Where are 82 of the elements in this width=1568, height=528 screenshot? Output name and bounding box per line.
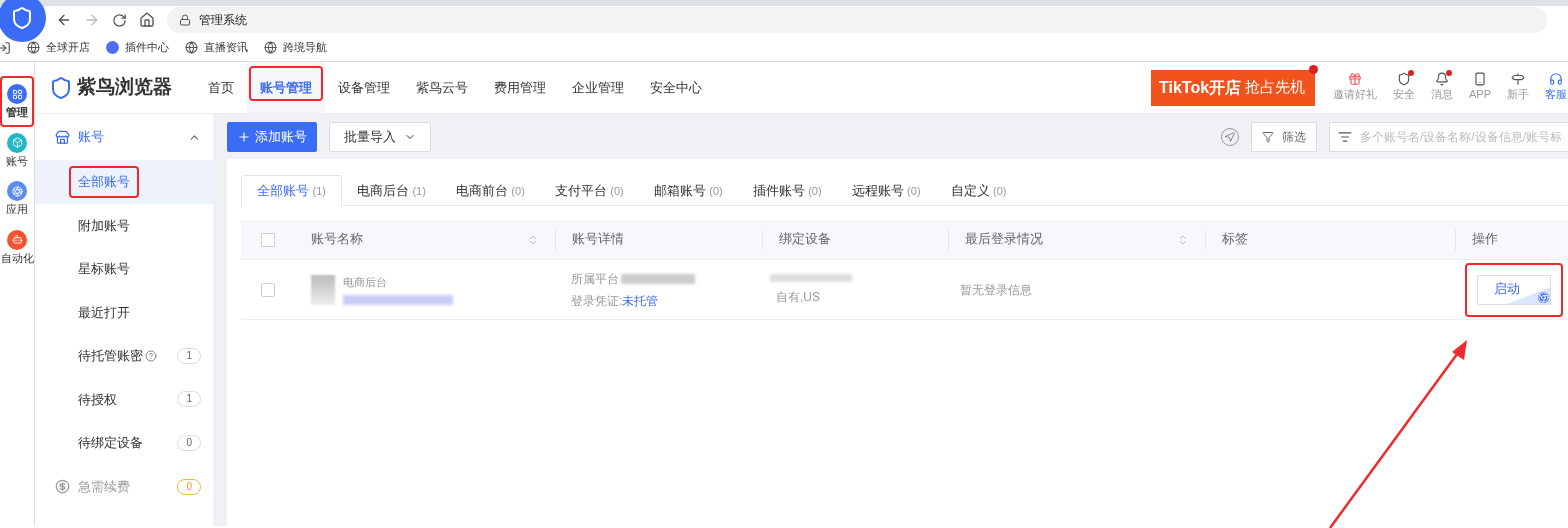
- alert-badge: [1309, 64, 1318, 74]
- globe-icon: [27, 41, 40, 54]
- column-header: 最后登录情况: [965, 231, 1044, 249]
- gift-icon: [1348, 72, 1362, 87]
- batch-import-button[interactable]: 批量导入: [329, 121, 431, 152]
- category-tab[interactable]: 自定义 (0): [935, 175, 1022, 207]
- browser-icon: [1538, 291, 1549, 303]
- category-tab[interactable]: 远程账号 (0): [836, 175, 936, 207]
- lock-icon: [179, 14, 191, 26]
- row-checkbox[interactable]: [261, 282, 275, 297]
- sidebar-item[interactable]: 待托管账密 1: [35, 334, 213, 378]
- sidebar-item[interactable]: 待授权 1: [35, 377, 213, 421]
- plugin-icon: [106, 41, 119, 54]
- home-icon[interactable]: [139, 12, 155, 28]
- sidebar-item[interactable]: 星标账号: [35, 247, 213, 291]
- reload-icon[interactable]: [112, 12, 127, 28]
- globe-icon: [185, 41, 198, 54]
- nav-tab[interactable]: 企业管理: [559, 62, 637, 113]
- sidebar-item[interactable]: 附加账号: [35, 203, 213, 247]
- sidebar-item[interactable]: 待绑定设备 0: [35, 421, 213, 465]
- renew-icon: [55, 479, 70, 494]
- bookmark-link[interactable]: 插件中心: [106, 39, 169, 56]
- promo-title: TikTok开店: [1159, 77, 1242, 98]
- bell-icon: [1435, 72, 1449, 87]
- filter-icon: [1262, 130, 1274, 143]
- store-icon: [55, 129, 70, 145]
- globe-icon: [264, 41, 277, 54]
- avatar-placeholder: [311, 274, 335, 305]
- column-header: 账号名称: [311, 231, 364, 249]
- launch-button[interactable]: 启动: [1477, 274, 1551, 305]
- column-header: 绑定设备: [779, 231, 832, 249]
- plus-icon: [237, 129, 251, 144]
- bookmark-link[interactable]: 跨境导航: [264, 39, 327, 56]
- headset-icon: [1549, 72, 1563, 87]
- back-icon[interactable]: [56, 12, 72, 28]
- address-bar[interactable]: 管理系统: [167, 7, 1547, 33]
- rail-item[interactable]: 管理: [5, 84, 29, 121]
- nav-tab[interactable]: 设备管理: [325, 62, 403, 113]
- rail-item[interactable]: 应用: [5, 181, 29, 218]
- bookmark-link[interactable]: 直播资讯: [185, 39, 248, 56]
- promo-subtitle: 抢占先机: [1245, 77, 1306, 98]
- sidebar-group[interactable]: 账号: [35, 114, 213, 160]
- nav-tab[interactable]: 首页: [195, 62, 247, 113]
- category-tab[interactable]: 邮箱账号 (0): [638, 175, 738, 207]
- bookmark-link[interactable]: 全球开店: [27, 39, 90, 56]
- category-tab[interactable]: 支付平台 (0): [539, 175, 639, 207]
- credential-info: 登录凭证:未托管: [571, 292, 660, 310]
- column-header: 操作: [1472, 231, 1499, 249]
- brand-name: 紫鸟浏览器: [77, 75, 172, 100]
- list-filter-icon: [1338, 129, 1352, 144]
- category-tab[interactable]: 插件账号 (0): [737, 175, 837, 207]
- nav-tab[interactable]: 安全中心: [637, 62, 715, 113]
- shield-icon: [1397, 72, 1411, 87]
- rail-item[interactable]: 自动化: [0, 229, 34, 266]
- nav-tab[interactable]: 紫鸟云号: [403, 62, 481, 113]
- category-tab[interactable]: 全部账号 (1): [241, 175, 342, 207]
- column-header: 账号详情: [572, 231, 625, 249]
- select-all-checkbox[interactable]: [261, 232, 275, 247]
- bookmark-bar-icon[interactable]: [0, 40, 11, 55]
- nav-tab[interactable]: 费用管理: [481, 62, 559, 113]
- platform-label: 所属平台: [571, 270, 619, 288]
- rail-item[interactable]: 账号: [5, 132, 29, 169]
- nav-tab[interactable]: 账号管理: [247, 62, 325, 113]
- device-info: 自有,US: [775, 288, 821, 306]
- page-title: 管理系统: [199, 12, 247, 29]
- last-login-text: 暂无登录信息: [960, 282, 1032, 297]
- search-field[interactable]: 多个账号名/设备名称/设备信息/账号标: [1329, 121, 1568, 152]
- add-account-button[interactable]: 添加账号: [227, 121, 317, 152]
- brand-logo-icon: [49, 75, 73, 100]
- category-tab[interactable]: 电商后台 (1): [341, 175, 441, 207]
- sort-icon[interactable]: [1177, 233, 1189, 246]
- header-action[interactable]: 客服: [1537, 72, 1568, 103]
- filter-button[interactable]: 筛选: [1251, 121, 1317, 152]
- sort-icon[interactable]: [527, 233, 539, 246]
- account-type: 电商后台: [343, 275, 388, 291]
- phone-icon: [1473, 72, 1487, 87]
- signpost-icon: [1511, 72, 1525, 87]
- column-header: 标签: [1222, 231, 1249, 249]
- sidebar-item[interactable]: 最近打开: [35, 290, 213, 334]
- forward-icon[interactable]: [84, 12, 100, 28]
- category-tab[interactable]: 电商前台 (0): [440, 175, 540, 207]
- sidebar-item[interactable]: 全部账号: [35, 160, 213, 204]
